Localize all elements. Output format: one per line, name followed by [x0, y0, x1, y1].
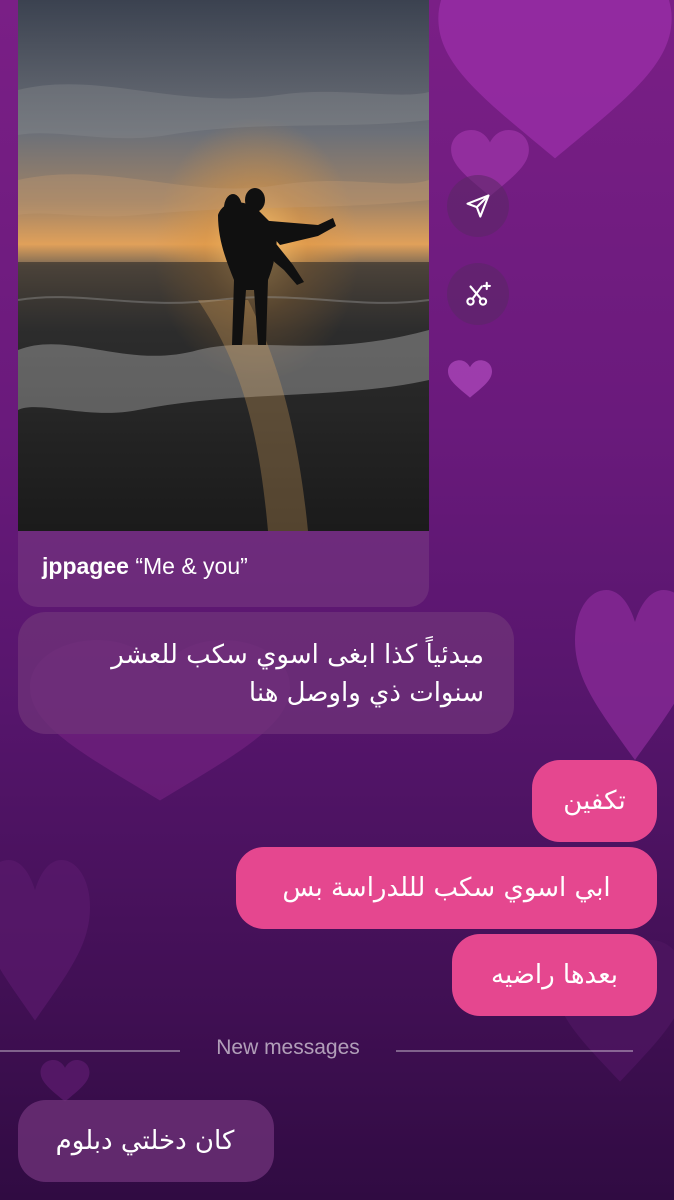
background-heart-decoration: [448, 360, 492, 400]
message-bubble-received[interactable]: مبدئياً كذا ابغى اسوي سكب للعشر سنوات ذي…: [18, 612, 514, 734]
background-heart-decoration: [40, 1060, 90, 1104]
divider-line: [396, 1050, 633, 1052]
shared-post-card[interactable]: jppagee “Me & you”: [18, 0, 429, 607]
message-text: تكفين: [563, 786, 626, 816]
paper-plane-icon: [466, 194, 490, 218]
message-bubble-sent[interactable]: تكفين: [532, 760, 657, 842]
remix-button[interactable]: [447, 263, 509, 325]
background-heart-decoration: [575, 590, 674, 770]
background-heart-decoration: [0, 860, 90, 1030]
message-text: ابي اسوي سكب لللدراسة بس: [282, 873, 611, 903]
message-text: بعدها راضيه: [491, 960, 618, 990]
message-text: كان دخلتي دبلوم: [55, 1126, 235, 1156]
message-text: مبدئياً كذا ابغى اسوي سكب للعشر سنوات ذي…: [111, 640, 484, 708]
message-bubble-received[interactable]: كان دخلتي دبلوم: [18, 1100, 274, 1182]
divider-line: [0, 1050, 180, 1052]
post-caption-text: “Me & you”: [135, 553, 248, 579]
post-username[interactable]: jppagee: [42, 553, 129, 579]
sparkle-scissors-icon: [466, 281, 491, 306]
share-button[interactable]: [447, 175, 509, 237]
message-bubble-sent[interactable]: بعدها راضيه: [452, 934, 657, 1016]
new-messages-divider: New messages: [216, 1036, 360, 1059]
post-caption: jppagee “Me & you”: [42, 553, 248, 580]
message-bubble-sent[interactable]: ابي اسوي سكب لللدراسة بس: [236, 847, 657, 929]
post-photo[interactable]: [18, 0, 429, 531]
